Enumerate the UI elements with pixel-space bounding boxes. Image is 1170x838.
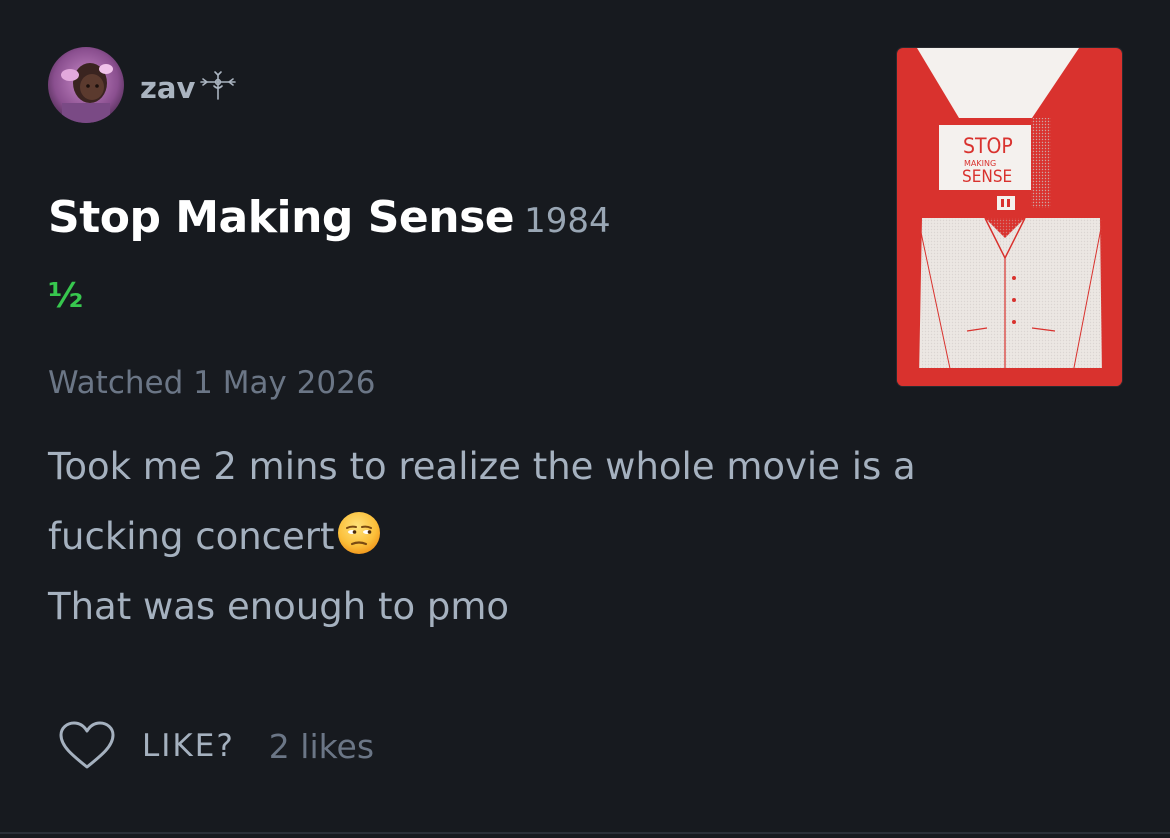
poster-title-stop: STOP (963, 134, 1013, 158)
username-text: zav (140, 71, 196, 105)
review-line-2: fucking concert (48, 502, 1088, 572)
film-heading: Stop Making Sense 1984 (48, 188, 611, 257)
film-title[interactable]: Stop Making Sense (48, 192, 515, 243)
poster-title-sense: SENSE (962, 167, 1012, 187)
watched-date: Watched 1 May 2026 (48, 365, 376, 401)
like-row: LIKE? 2 likes (58, 718, 374, 774)
avatar[interactable] (48, 47, 124, 123)
like-button[interactable]: LIKE? (142, 728, 235, 764)
like-count[interactable]: 2 likes (269, 727, 374, 766)
review-text: Took me 2 mins to realize the whole movi… (48, 432, 1088, 642)
unamused-face-icon (337, 508, 381, 554)
username[interactable]: zav (140, 68, 239, 111)
star-rating: ½ (48, 276, 84, 316)
heart-icon[interactable] (58, 721, 116, 771)
divider (0, 832, 1170, 834)
review-page: zav Stop Making Sense 1984 ½ Watched 1 Ma… (0, 0, 1170, 838)
film-poster[interactable]: STOP MAKING SENSE (897, 48, 1122, 386)
sword-glyph-icon (197, 69, 239, 111)
review-line-2-text: fucking concert (48, 515, 335, 558)
user-avatar-image (48, 47, 124, 123)
review-line-3: That was enough to pmo (48, 585, 510, 628)
poster-artwork: STOP MAKING SENSE (897, 48, 1122, 386)
review-line-1: Took me 2 mins to realize the whole movi… (48, 445, 916, 488)
film-year[interactable]: 1984 (524, 201, 611, 241)
